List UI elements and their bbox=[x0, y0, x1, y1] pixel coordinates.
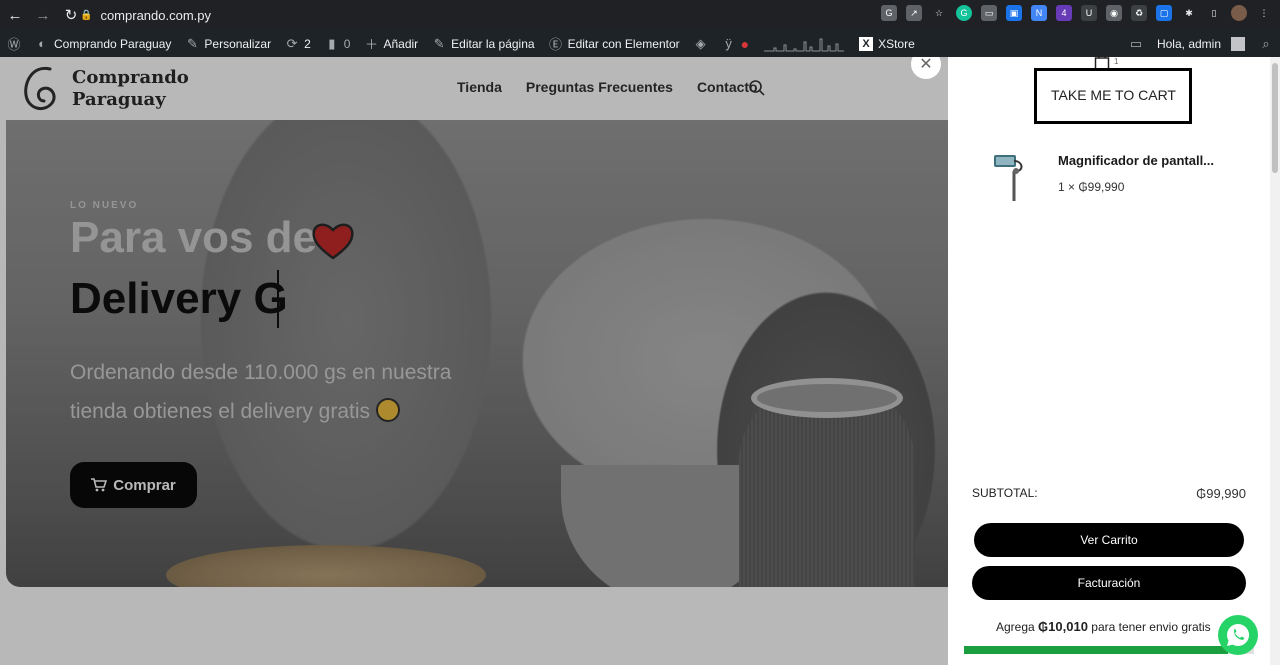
cart-item-qty-price: 1 × ₲99,990 bbox=[1058, 180, 1125, 194]
plus-icon: ＋ bbox=[364, 37, 378, 52]
cart-item-name[interactable]: Magnificador de pantall... bbox=[1058, 153, 1214, 168]
reload-icon[interactable]: ↻ bbox=[62, 6, 80, 24]
recycle-icon[interactable]: ♻ bbox=[1131, 5, 1147, 21]
admin-account[interactable]: Hola, admin bbox=[1150, 30, 1252, 57]
wp-logo[interactable]: Ⓦ bbox=[0, 30, 28, 57]
status-dot-icon: ● bbox=[740, 35, 750, 52]
profile-avatar[interactable] bbox=[1231, 5, 1247, 21]
extension-icon[interactable]: ▭ bbox=[981, 5, 997, 21]
admin-site-name[interactable]: ◐ Comprando Paraguay bbox=[28, 30, 178, 57]
share-icon[interactable]: ↗ bbox=[906, 5, 922, 21]
menu-kebab-icon[interactable]: ⋮ bbox=[1256, 5, 1272, 21]
extension-icon[interactable]: U bbox=[1081, 5, 1097, 21]
forward-icon[interactable]: → bbox=[34, 6, 52, 24]
comprar-button[interactable]: Comprar bbox=[70, 462, 197, 508]
admin-diamond[interactable]: ◈ bbox=[687, 30, 715, 57]
admin-comments[interactable]: ▮ 0 bbox=[318, 30, 358, 57]
hero-lead: Ordenando desde 110.000 gs en nuestra ti… bbox=[70, 361, 452, 423]
scrollbar-thumb[interactable] bbox=[1272, 63, 1278, 173]
camera-icon[interactable]: ◉ bbox=[1106, 5, 1122, 21]
cart-count-badge: 1 bbox=[1114, 57, 1119, 66]
logo-line2: Paraguay bbox=[72, 89, 166, 110]
hero-banner: LO NUEVO Para vos de Delivery G Ordenand… bbox=[6, 120, 948, 587]
checkout-button[interactable]: Facturación bbox=[972, 566, 1246, 600]
free-shipping-progress-fill bbox=[964, 646, 1228, 654]
address-bar[interactable]: 🔒 comprando.com.py bbox=[80, 4, 860, 26]
close-icon: ✕ bbox=[919, 57, 933, 73]
admin-updates[interactable]: ⟳ 2 bbox=[278, 30, 318, 57]
translate-icon[interactable]: G bbox=[881, 5, 897, 21]
extension-icon[interactable]: N bbox=[1031, 5, 1047, 21]
comment-icon: ▮ bbox=[328, 35, 336, 51]
cart-subtotal: SUBTOTAL: ₲99,990 bbox=[972, 486, 1246, 501]
extension-icon[interactable]: ▢ bbox=[1156, 5, 1172, 21]
cart-item: Magnificador de pantall... 1 × ₲99,990 bbox=[988, 149, 1214, 205]
xstore-icon: X bbox=[859, 36, 874, 51]
menu-item-faq[interactable]: Preguntas Frecuentes bbox=[526, 79, 673, 95]
site-logo[interactable]: Comprando Paraguay bbox=[20, 61, 189, 117]
admin-search[interactable]: ⌕ bbox=[1252, 30, 1280, 57]
admin-edit-elementor[interactable]: Ⓔ Editar con Elementor bbox=[542, 30, 687, 57]
product-thumbnail[interactable] bbox=[988, 149, 1030, 205]
extension-icon[interactable]: ▣ bbox=[1006, 5, 1022, 21]
menu-item-tienda[interactable]: Tienda bbox=[457, 79, 502, 95]
extensions-area: G ↗ ☆ G ▭ ▣ N 4 U ◉ ♻ ▢ ✱ ▯ ⋮ bbox=[881, 5, 1272, 21]
site-page: Comprando Paraguay Tienda Preguntas Frec… bbox=[0, 57, 948, 665]
main-menu: Tienda Preguntas Frecuentes Contacto bbox=[457, 79, 758, 95]
admin-notes[interactable]: ▭ bbox=[1122, 30, 1150, 57]
smile-icon bbox=[375, 398, 400, 422]
brush-icon: ✎ bbox=[186, 35, 198, 51]
wp-admin-bar: Ⓦ ◐ Comprando Paraguay ✎ Personalizar ⟳ 2 ▮… bbox=[0, 30, 1280, 57]
admin-yoast[interactable]: ÿ ● bbox=[715, 30, 756, 57]
hero-pizza-shape bbox=[166, 545, 486, 587]
wordpress-icon: Ⓦ bbox=[7, 37, 21, 52]
search-icon[interactable] bbox=[748, 79, 766, 97]
cart-icon bbox=[91, 478, 108, 492]
free-shipping-progress bbox=[964, 646, 1254, 654]
puzzle-icon[interactable]: ✱ bbox=[1181, 5, 1197, 21]
whatsapp-button[interactable] bbox=[1218, 615, 1258, 655]
logo-line1: Comprando bbox=[72, 67, 189, 88]
browser-toolbar: ← → ↻ 🔒 comprando.com.py G ↗ ☆ G ▭ ▣ N 4… bbox=[0, 0, 1280, 30]
star-icon[interactable]: ☆ bbox=[931, 5, 947, 21]
admin-customize[interactable]: ✎ Personalizar bbox=[178, 30, 278, 57]
pencil-icon: ✎ bbox=[433, 35, 445, 51]
search-icon: ⌕ bbox=[1262, 35, 1270, 51]
free-shipping-message: Agrega ₲10,010 para tener envio gratis bbox=[996, 619, 1211, 634]
subtotal-value: ₲99,990 bbox=[1196, 486, 1246, 501]
elementor-icon: Ⓔ bbox=[549, 37, 563, 52]
lock-icon: 🔒 bbox=[80, 9, 93, 21]
activity-sparkline bbox=[764, 38, 845, 51]
subtotal-label: SUBTOTAL: bbox=[972, 486, 1038, 500]
admin-xstore[interactable]: X XStore bbox=[852, 30, 922, 57]
whatsapp-icon bbox=[1227, 623, 1250, 646]
yoast-icon: ÿ bbox=[725, 36, 732, 51]
take-me-to-cart-button[interactable]: TAKE ME TO CART bbox=[1034, 68, 1192, 124]
avatar bbox=[1231, 36, 1245, 51]
hero-speaker-top bbox=[751, 378, 903, 418]
logo-mark-icon bbox=[24, 66, 56, 111]
notes-icon: ▭ bbox=[1129, 35, 1143, 51]
refresh-icon: ⟳ bbox=[286, 35, 298, 51]
diamond-icon: ◈ bbox=[695, 35, 706, 51]
hero-title-line1: Para vos de bbox=[70, 213, 318, 262]
dashboard-icon: ◐ bbox=[38, 36, 46, 51]
hero-title-line2: Delivery G bbox=[70, 274, 288, 323]
grammarly-icon[interactable]: G bbox=[956, 5, 972, 21]
back-icon[interactable]: ← bbox=[6, 6, 24, 24]
panel-scrollbar[interactable] bbox=[1270, 57, 1280, 665]
view-cart-button[interactable]: Ver Carrito bbox=[974, 523, 1244, 557]
extension-icon[interactable]: 4 bbox=[1056, 5, 1072, 21]
typing-caret bbox=[277, 270, 279, 328]
mini-cart-panel: 1 TAKE ME TO CART Magnificador de pantal… bbox=[948, 53, 1270, 665]
site-header: Comprando Paraguay Tienda Preguntas Frec… bbox=[0, 57, 948, 120]
heart-icon bbox=[312, 223, 354, 260]
sidepanel-icon[interactable]: ▯ bbox=[1206, 5, 1222, 21]
admin-edit-page[interactable]: ✎ Editar la página bbox=[425, 30, 541, 57]
admin-add-new[interactable]: ＋ Añadir bbox=[357, 30, 425, 57]
hero-eyebrow: LO NUEVO bbox=[70, 200, 139, 211]
url-text: comprando.com.py bbox=[100, 7, 212, 23]
